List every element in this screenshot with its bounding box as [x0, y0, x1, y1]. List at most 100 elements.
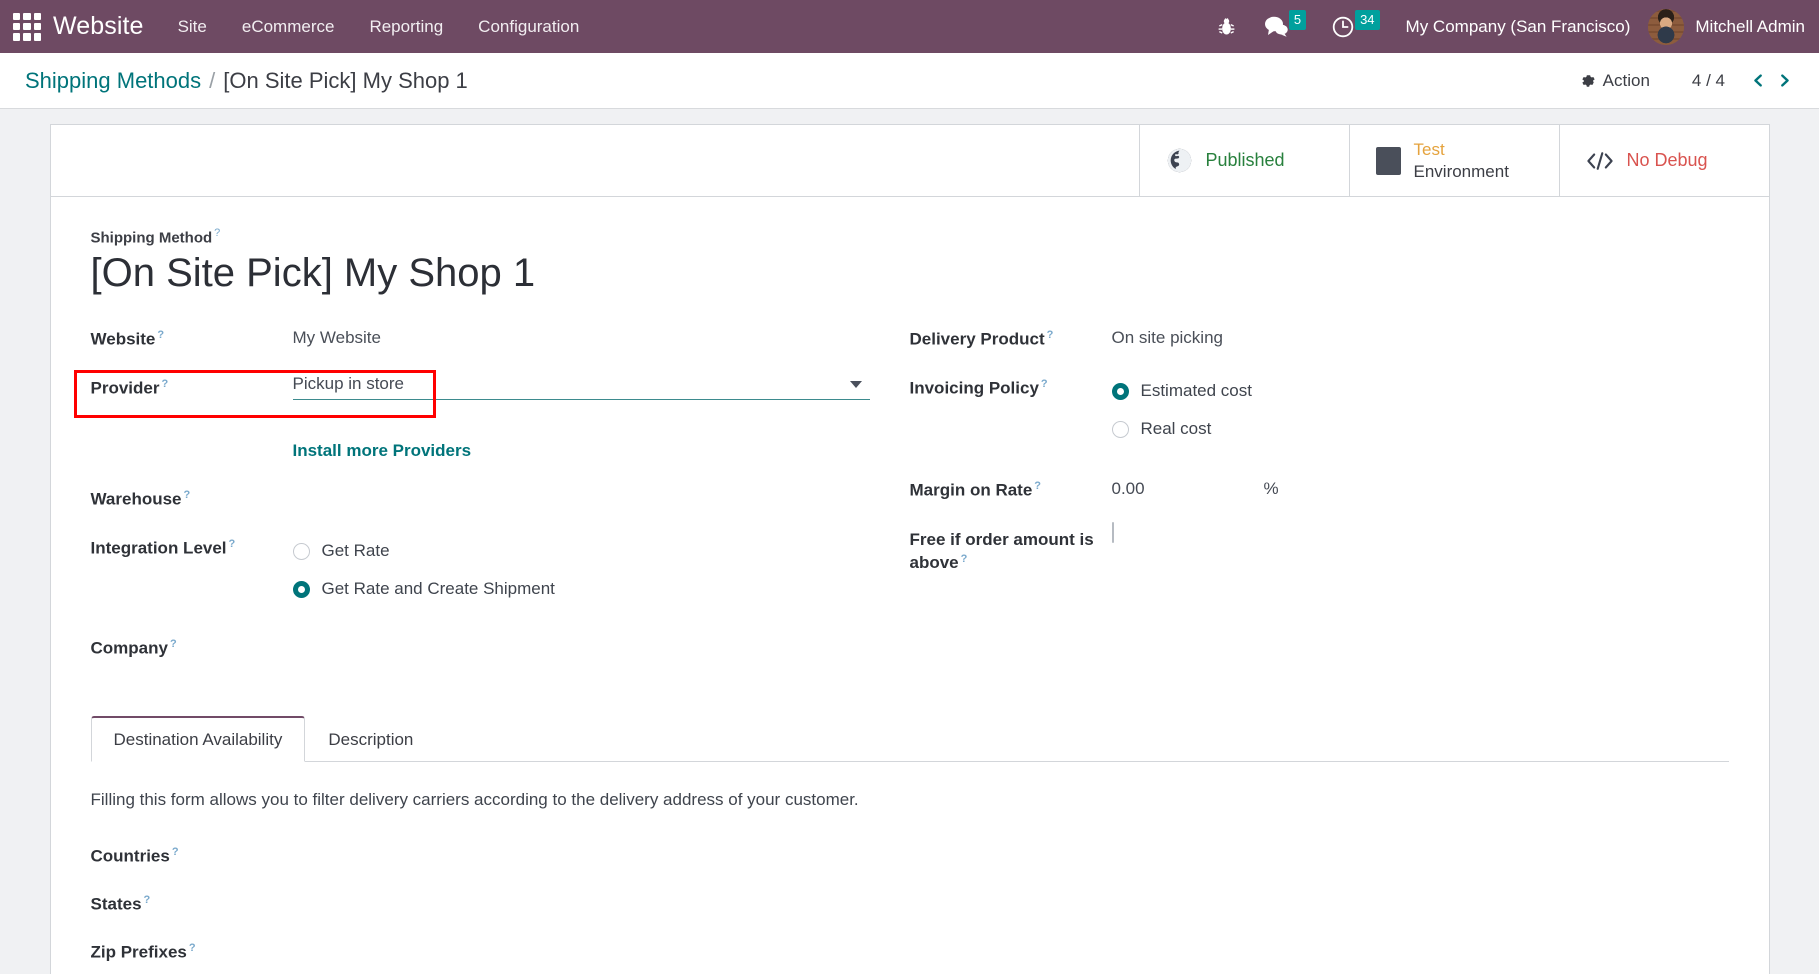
help-tooltip-icon[interactable]: ?	[144, 894, 151, 906]
menu-configuration[interactable]: Configuration	[478, 17, 579, 37]
radio-get-rate-and-create-shipment[interactable]: Get Rate and Create Shipment	[292, 570, 870, 608]
field-warehouse-row: Warehouse?	[91, 483, 870, 532]
status-button-bar: Published Test Environment No Debug	[49, 124, 1770, 196]
field-warehouse-label-text: Warehouse	[90, 489, 182, 509]
radio-get-rate-and-create-shipment-label[interactable]: Get Rate and Create Shipment	[322, 579, 555, 599]
field-free-if-above-label: Free if order amount is above?	[910, 523, 1112, 574]
field-company-value[interactable]	[293, 632, 870, 637]
test-environment-button[interactable]: Test Environment	[1348, 125, 1559, 196]
control-panel-right: Action 4 / 4	[1580, 68, 1797, 94]
shipping-method-label: Shipping Method	[90, 229, 213, 247]
field-invoicing-policy-row: Invoicing Policy? Estimated cost Real co…	[910, 372, 1729, 458]
menu-reporting[interactable]: Reporting	[369, 17, 443, 37]
field-invoicing-policy-label-text: Invoicing Policy	[909, 378, 1039, 398]
user-avatar[interactable]	[1648, 8, 1685, 45]
margin-on-rate-input[interactable]: 0.00	[1112, 479, 1264, 499]
published-status-button[interactable]: Published	[1138, 125, 1349, 196]
field-provider-row: Provider? Pickup in store	[73, 370, 870, 421]
field-margin-on-rate-label: Margin on Rate?	[910, 474, 1112, 502]
radio-get-rate-input[interactable]	[292, 542, 310, 560]
bug-icon[interactable]	[1218, 17, 1235, 36]
field-states-value[interactable]	[293, 888, 1729, 893]
install-more-providers-link[interactable]: Install more Providers	[293, 441, 472, 461]
navbar-right-group: 5 34 My Company (San Francisco) Mitchell…	[1218, 0, 1819, 53]
form-sheet: Shipping Method? [On Site Pick] My Shop …	[49, 196, 1770, 974]
field-provider-label: Provider?	[91, 372, 293, 400]
field-states-row: States?	[91, 888, 1729, 936]
company-switcher[interactable]: My Company (San Francisco)	[1406, 17, 1631, 37]
free-if-above-value-wrap	[1111, 522, 1729, 544]
radio-estimated-cost[interactable]: Estimated cost	[1111, 372, 1729, 410]
help-tooltip-icon[interactable]: ?	[172, 846, 179, 858]
free-if-above-checkbox[interactable]	[1111, 522, 1114, 544]
help-tooltip-icon[interactable]: ?	[189, 942, 196, 954]
field-delivery-product-row: Delivery Product? On site picking	[910, 323, 1729, 372]
help-tooltip-icon[interactable]: ?	[1034, 480, 1041, 492]
help-tooltip-icon[interactable]: ?	[229, 538, 236, 550]
gear-icon	[1582, 74, 1595, 87]
field-warehouse-value[interactable]	[293, 483, 870, 488]
field-zip-prefixes-label-text: Zip Prefixes	[90, 942, 187, 962]
radio-real-cost-label[interactable]: Real cost	[1141, 419, 1212, 439]
activities-badge: 34	[1355, 9, 1380, 30]
radio-get-rate-label[interactable]: Get Rate	[322, 541, 390, 561]
chevron-left-icon	[1753, 74, 1762, 87]
radio-estimated-cost-label[interactable]: Estimated cost	[1141, 381, 1253, 401]
field-delivery-product-value[interactable]: On site picking	[1112, 323, 1729, 348]
form-sheet-wrapper: Published Test Environment No Debug Ship…	[49, 124, 1770, 974]
apps-grid-icon[interactable]	[13, 12, 41, 41]
breadcrumb-separator: /	[209, 67, 216, 93]
integration-level-options: Get Rate Get Rate and Create Shipment	[292, 532, 870, 608]
no-debug-button[interactable]: No Debug	[1558, 125, 1769, 196]
field-invoicing-policy-label: Invoicing Policy?	[910, 372, 1112, 400]
radio-real-cost[interactable]: Real cost	[1111, 410, 1729, 448]
menu-site[interactable]: Site	[178, 17, 207, 37]
breadcrumb-shipping-methods[interactable]: Shipping Methods	[25, 68, 201, 94]
help-tooltip-icon[interactable]: ?	[1047, 329, 1054, 341]
test-environment-labels: Test Environment	[1414, 139, 1509, 182]
help-tooltip-icon[interactable]: ?	[157, 329, 164, 341]
help-tooltip-icon[interactable]: ?	[961, 553, 968, 565]
radio-estimated-cost-input[interactable]	[1111, 382, 1129, 400]
provider-select[interactable]: Pickup in store	[292, 374, 870, 401]
pager-next-button[interactable]	[1771, 68, 1797, 94]
field-countries-value[interactable]	[293, 840, 1729, 845]
tab-description[interactable]: Description	[305, 717, 436, 762]
app-brand-website[interactable]: Website	[53, 12, 144, 41]
field-company-label: Company?	[91, 632, 293, 660]
radio-get-rate[interactable]: Get Rate	[292, 532, 870, 570]
field-free-if-above-row: Free if order amount is above?	[910, 522, 1729, 593]
field-website-row: Website? My Website	[91, 323, 870, 372]
radio-get-rate-and-create-shipment-input[interactable]	[292, 580, 310, 598]
menu-ecommerce[interactable]: eCommerce	[242, 17, 335, 37]
field-zip-prefixes-label: Zip Prefixes?	[91, 936, 293, 964]
breadcrumb-current-record: [On Site Pick] My Shop 1	[223, 67, 468, 93]
user-menu-label[interactable]: Mitchell Admin	[1695, 17, 1819, 37]
help-tooltip-icon[interactable]: ?	[1041, 378, 1048, 390]
notebook-tabs: Destination Availability Description	[90, 715, 1729, 763]
tab-destination-availability[interactable]: Destination Availability	[90, 716, 306, 763]
field-countries-label-text: Countries	[90, 846, 170, 866]
help-tooltip-icon[interactable]: ?	[214, 227, 220, 239]
field-integration-level-label: Integration Level?	[91, 532, 293, 560]
messages-menu[interactable]: 5	[1264, 9, 1307, 37]
field-zip-prefixes-value[interactable]	[293, 936, 1729, 941]
help-tooltip-icon[interactable]: ?	[184, 489, 191, 501]
content-area: Published Test Environment No Debug Ship…	[0, 109, 1819, 974]
field-website-label-text: Website	[90, 329, 156, 349]
destination-availability-helper-text: Filling this form allows you to filter d…	[90, 790, 859, 810]
notebook: Destination Availability Description Fil…	[90, 715, 1729, 974]
help-tooltip-icon[interactable]: ?	[170, 638, 177, 650]
action-button[interactable]: Action	[1580, 71, 1650, 91]
pager-count: 4 / 4	[1691, 70, 1725, 90]
help-tooltip-icon[interactable]: ?	[161, 378, 168, 390]
field-website-value[interactable]: My Website	[293, 323, 870, 348]
top-navbar: Website Site eCommerce Reporting Configu…	[0, 0, 1819, 53]
field-states-label-text: States	[90, 894, 142, 914]
field-margin-on-rate-label-text: Margin on Rate	[909, 480, 1033, 500]
activities-menu[interactable]: 34	[1332, 9, 1380, 38]
pager-previous-button[interactable]	[1745, 68, 1771, 94]
chevron-down-icon[interactable]	[849, 381, 862, 389]
field-integration-level-row: Integration Level? Get Rate Get Rate and…	[91, 532, 870, 618]
radio-real-cost-input[interactable]	[1111, 420, 1129, 438]
